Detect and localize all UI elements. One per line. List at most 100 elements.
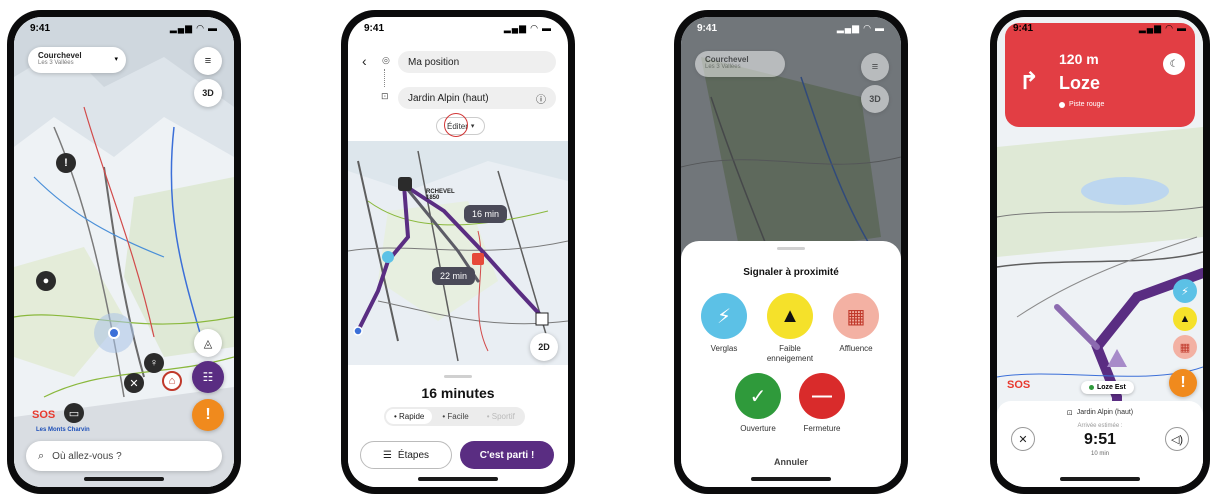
info-icon[interactable]: ⓘ [536,91,546,106]
home-marker-icon[interactable]: ⌂ [162,371,182,391]
app-screens-showcase: 9:41 ▂▄▆ ◠ ▬ Courchevel Les 3 Vallées ▾ … [0,0,1217,497]
crowd-icon: ▦ [833,293,879,339]
mode-facile[interactable]: • Facile [434,409,476,424]
location-pin-icon[interactable]: ● [36,271,56,291]
search-input[interactable]: ⌕ Où allez-vous ? [26,441,222,471]
triangle-icon: ▲ [767,293,813,339]
phone-map-view: 9:41 ▂▄▆ ◠ ▬ Courchevel Les 3 Vallées ▾ … [7,10,241,494]
status-bar: 9:41 ▂▄▆ ◠ ▬ [348,17,568,39]
chat-icon: ☷ [202,370,214,384]
turn-street: Loze [1059,73,1101,93]
mode-sportif[interactable]: • Sportif [479,409,523,424]
alert-button[interactable]: ! [192,399,224,431]
check-icon: ✓ [735,373,781,419]
menu-icon: ≡ [204,55,212,67]
destination-field[interactable]: Jardin Alpin (haut) ⓘ [398,87,556,109]
report-sheet: Signaler à proximité ⚡ Verglas ▲ Faible … [681,241,901,487]
toggle-3d-button: 3D [861,85,889,113]
back-icon[interactable]: ‹ [362,53,367,69]
compass-button[interactable]: ◬ [194,329,222,357]
start-button[interactable]: C'est parti ! [460,441,554,469]
sheet-handle[interactable] [777,247,805,250]
status-time: 9:41 [30,22,51,34]
eta-duration: 10 min [1090,451,1109,457]
screen-report: 9:41 ▂▄▆ ◠ ▬ Courchevel Les 3 Vallées ≡ … [681,17,901,487]
resort-selector[interactable]: Courchevel Les 3 Vallées ▾ [28,47,126,73]
minus-icon: — [799,373,845,419]
close-icon: ✕ [1018,433,1028,446]
sos-button[interactable]: SOS [32,409,55,421]
sos-button[interactable]: SOS [1007,379,1030,391]
status-time: 9:41 [1013,22,1034,34]
report-ouverture[interactable]: ✓ Ouverture [723,373,793,434]
toggle-2d-button[interactable]: 2D [530,333,558,361]
route-time-fast[interactable]: 16 min [464,205,508,223]
list-icon: ☰ [382,449,392,461]
cancel-button[interactable]: Annuler [681,457,901,467]
resort-name: Courchevel [705,55,749,64]
route-connector [384,69,385,87]
origin-value: Ma position [408,56,460,68]
route-map[interactable] [348,141,568,365]
phone-route-view: 9:41 ▂▄▆ ◠ ▬ ‹ ◎ ⊡ Ma position Jardin Al… [341,10,575,494]
report-fermeture[interactable]: — Fermeture [787,373,857,434]
report-affluence[interactable]: ▦ Affluence [821,293,891,354]
sheet-handle[interactable] [444,375,472,378]
mode-rapide[interactable]: • Rapide [386,409,433,424]
sound-button[interactable]: ◁) [1165,427,1189,451]
destination-name: Jardin Alpin (haut) [1076,409,1134,416]
steps-button[interactable]: ☰ Étapes [360,441,452,469]
home-indicator [1060,477,1140,481]
phone-report-view: 9:41 ▂▄▆ ◠ ▬ Courchevel Les 3 Vallées ≡ … [674,10,908,494]
screen-route: 9:41 ▂▄▆ ◠ ▬ ‹ ◎ ⊡ Ma position Jardin Al… [348,17,568,487]
restaurant-marker-icon[interactable]: ✕ [124,373,144,393]
report-label: Ouverture [740,424,776,433]
badge-verglas[interactable]: ⚡ [1173,279,1197,303]
resort-name: Courchevel [38,51,82,60]
info-marker-icon[interactable]: ! [56,153,76,173]
toilets-marker-icon[interactable]: ♀ [144,353,164,373]
chevron-down-icon: ▾ [470,123,475,130]
report-label: Faible enneigement [766,344,814,364]
close-navigation-button[interactable]: ✕ [1011,427,1035,451]
piste-label: Piste rouge [1059,101,1104,108]
origin-icon: ◎ [382,55,390,65]
night-mode-button[interactable]: ☾ [1163,53,1185,75]
report-faible-enneigement[interactable]: ▲ Faible enneigement [755,293,825,365]
tap-indicator [444,113,468,137]
signal-battery-icon: ▂▄▆ ◠ ▬ [1138,22,1187,33]
gondola-icon: ⊡ [1066,410,1073,417]
alert-icon: ! [205,406,211,423]
toggle-3d-button[interactable]: 3D [194,79,222,107]
origin-field[interactable]: Ma position [398,51,556,73]
bus-marker-icon[interactable]: ▭ [64,403,84,423]
badge-faible-enneigement[interactable]: ▲ [1173,307,1197,331]
status-bar: 9:41 ▂▄▆ ◠ ▬ [14,17,234,39]
town-altitude: 1850 [426,195,440,201]
menu-button[interactable]: ≡ [194,47,222,75]
report-label: Fermeture [803,424,841,433]
triangle-icon: ▲ [1179,313,1191,325]
signal-battery-icon: ▂▄▆ ◠ ▬ [169,22,218,33]
steps-label: Étapes [397,449,430,461]
search-icon: ⌕ [38,449,45,462]
screen-navigation: 9:41 ▂▄▆ ◠ ▬ ↱ 120 m Loze Piste rouge ☾ … [997,17,1203,487]
route-time-alt[interactable]: 22 min [432,267,476,285]
piste-name: Piste rouge [1069,101,1105,108]
report-verglas[interactable]: ⚡ Verglas [689,293,759,354]
signal-battery-icon: ▂▄▆ ◠ ▬ [836,22,885,33]
screen-map: 9:41 ▂▄▆ ◠ ▬ Courchevel Les 3 Vallées ▾ … [14,17,234,487]
alert-button[interactable]: ! [1169,369,1197,397]
route-summary-sheet: 16 minutes • Rapide • Facile • Sportif ☰… [348,369,568,487]
status-time: 9:41 [364,22,385,34]
search-placeholder: Où allez-vous ? [52,450,122,462]
route-mode-selector: • Rapide • Facile • Sportif [384,407,525,426]
status-bar: 9:41 ▂▄▆ ◠ ▬ [997,17,1203,39]
badge-affluence[interactable]: ▦ [1173,335,1197,359]
moon-icon: ☾ [1169,58,1179,70]
gondola-icon: ⊡ [381,91,389,101]
status-time: 9:41 [697,22,718,34]
current-piste-name: Loze Est [1097,384,1126,391]
compass-icon: ◬ [203,337,213,350]
chat-button[interactable]: ☷ [192,361,224,393]
